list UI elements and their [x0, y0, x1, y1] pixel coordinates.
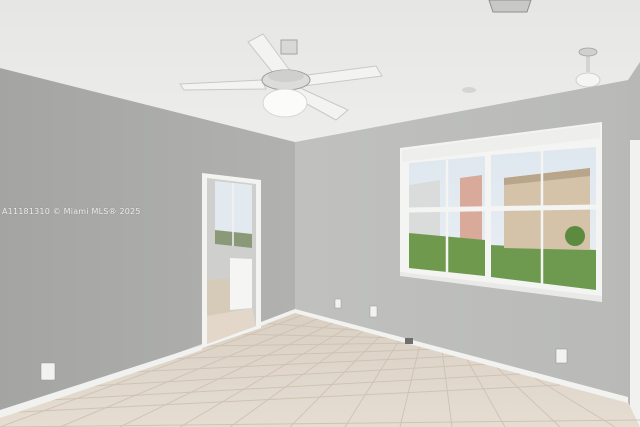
fan-light-globe: [262, 88, 308, 118]
floor-vent: [405, 338, 413, 344]
ceiling-vent: [488, 0, 532, 13]
mls-watermark: A11181310 © Miami MLS® 2025: [2, 207, 141, 216]
outlet-back-1: [334, 298, 342, 309]
outside-shrub: [565, 226, 585, 246]
outlet-back-3: [555, 348, 568, 364]
outlet-back-2: [369, 305, 378, 318]
bathroom-vanity: [230, 258, 252, 310]
bathroom-tub: [207, 278, 232, 316]
smoke-detector: [462, 87, 476, 93]
right-door-trim: [630, 140, 640, 427]
outlet-left: [40, 362, 56, 381]
